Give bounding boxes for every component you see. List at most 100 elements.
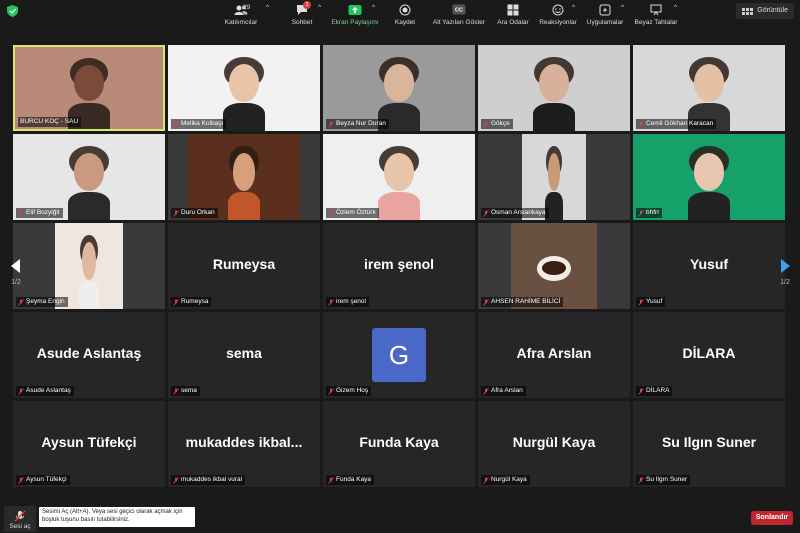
participant-name: Nurgül Kaya [491,476,527,483]
breakout-rooms-button[interactable]: Ara Odalar [495,4,531,32]
microphone-muted-icon [18,298,24,306]
participant-tile[interactable]: Yusuf Yusuf [633,223,785,309]
participant-name: irem şenol [336,298,366,305]
participant-name: Cemil Gökhan Karacan [646,120,714,127]
share-options-caret[interactable]: ^ [372,4,375,32]
participant-video-tile[interactable]: Gökçe [478,45,630,131]
page-previous-button[interactable]: 1/2 [7,244,25,288]
participant-name-tag: sema [171,386,200,396]
participant-name-tag: Funda Kaya [326,475,375,485]
closed-captions-button[interactable]: CC Alt Yazıları Göster [430,4,488,32]
participant-video-tile[interactable]: Özlem Öztürk [323,134,475,220]
participants-button[interactable]: 29 Katılımcılar [222,4,260,32]
participant-name-tag: Gökçe [481,119,513,129]
participant-name: Şeyma Engin [26,298,65,305]
participant-video-tile[interactable]: Beyza Nur Duran [323,45,475,131]
reactions-options-caret[interactable]: ^ [572,4,575,32]
participant-tile[interactable]: DİLARA DİLARA [633,312,785,398]
participant-name: Asude Aslantaş [26,387,71,394]
end-meeting-button[interactable]: Sonlandır [751,511,793,525]
participant-name-tag: Duru Orkan [171,208,218,218]
participant-name: Aysun Tüfekçi [26,476,67,483]
page-indicator-left: 1/2 [11,279,21,286]
page-indicator-right: 1/2 [780,279,790,286]
participant-name-tag: Şeyma Engin [16,297,68,307]
participant-video-tile[interactable]: Duru Orkan [168,134,320,220]
record-icon [399,4,411,16]
participant-display-name: DİLARA [682,345,736,361]
participant-display-name: Funda Kaya [359,434,439,450]
view-button[interactable]: Görüntüle [736,3,794,19]
participants-label: Katılımcılar [224,19,258,26]
participant-name-tag: mukaddes ikbal vural [171,475,246,485]
participant-tile[interactable]: Nurgül Kaya Nurgül Kaya [478,401,630,487]
chevron-right-icon [781,259,790,273]
participant-display-name: Asude Aslantaş [36,345,142,361]
participant-name-tag: Gizem Hoş [326,386,372,396]
participant-name: DİLARA [646,387,670,394]
participant-name: Afra Arslan [491,387,523,394]
microphone-muted-icon [173,120,179,128]
whiteboards-label: Beyaz Tahtalar [634,19,678,26]
microphone-muted-icon [18,387,24,395]
participant-name: Duru Orkan [181,209,215,216]
chat-label: Sohbet [291,19,313,26]
participant-name-tag: bhfrr [636,208,663,218]
whiteboards-options-caret[interactable]: ^ [674,4,677,32]
participant-name-tag: Asude Aslantaş [16,386,74,396]
participant-tile[interactable]: Rumeysa Rumeysa [168,223,320,309]
participant-video-tile[interactable]: Melika Kolbaşı [168,45,320,131]
participant-display-name: Yusuf [689,256,729,272]
participant-name-tag: Rumeysa [171,297,212,307]
participant-tile[interactable]: Su Ilgın Suner Su Ilgın Suner [633,401,785,487]
participant-name-tag: DİLARA [636,386,673,396]
apps-button[interactable]: Uygulamalar [585,4,625,32]
microphone-muted-icon [483,120,489,128]
participants-options-caret[interactable]: ^ [266,4,269,32]
participant-tile[interactable]: Asude Aslantaş Asude Aslantaş [13,312,165,398]
microphone-muted-icon [328,120,334,128]
participant-display-name: irem şenol [363,256,435,272]
unmute-tooltip: Sesimi Aç (Alt+A). Veya sesi geçici olar… [39,507,195,527]
participant-name-tag: irem şenol [326,297,369,307]
chat-icon: 1 [295,1,311,16]
microphone-muted-icon [483,387,489,395]
microphone-muted-icon [483,209,489,217]
participant-name: mukaddes ikbal vural [181,476,243,483]
participant-tile[interactable]: Afra Arslan Afra Arslan [478,312,630,398]
chat-options-caret[interactable]: ^ [318,4,321,32]
participant-name-tag: Cemil Gökhan Karacan [636,119,717,129]
whiteboards-button[interactable]: Beyaz Tahtalar [634,4,678,32]
participant-name: BURCU KOÇ - SAU [20,118,79,125]
record-button[interactable]: Kaydet [391,4,419,32]
participant-video-tile[interactable]: AHSEN RAHİME BİLİCİ [478,223,630,309]
participant-tile[interactable]: Aysun Tüfekçi Aysun Tüfekçi [13,401,165,487]
unmute-button[interactable]: Sesi aç [4,506,36,532]
participant-video-tile[interactable]: Elif Bozyiğit [13,134,165,220]
participant-tile[interactable]: mukaddes ikbal... mukaddes ikbal vural [168,401,320,487]
participant-video-tile[interactable]: Osman Arslankaya [478,134,630,220]
participant-video-tile[interactable]: bhfrr [633,134,785,220]
participant-name-tag: Su Ilgın Suner [636,475,691,485]
participant-name-tag: AHSEN RAHİME BİLİCİ [481,297,564,307]
security-shield-icon[interactable] [7,5,18,17]
apps-icon [599,4,611,16]
participant-name: Melika Kolbaşı [181,120,224,127]
microphone-muted-icon [483,298,489,306]
microphone-muted-icon [328,387,334,395]
participant-tile[interactable]: Funda Kaya Funda Kaya [323,401,475,487]
chat-button[interactable]: 1 Sohbet [288,1,316,32]
participant-name-tag: Melika Kolbaşı [171,119,227,129]
apps-options-caret[interactable]: ^ [621,4,624,32]
participant-tile[interactable]: irem şenol irem şenol [323,223,475,309]
participant-video-tile[interactable]: Şeyma Engin [13,223,165,309]
microphone-muted-icon [638,298,644,306]
participant-tile[interactable]: sema sema [168,312,320,398]
participant-name-tag: Özlem Öztürk [326,208,379,218]
participant-tile[interactable]: G Gizem Hoş [323,312,475,398]
participant-video-tile[interactable]: Cemil Gökhan Karacan [633,45,785,131]
page-next-button[interactable]: 1/2 [776,244,794,288]
participant-display-name: Su Ilgın Suner [661,434,757,450]
participant-name: Osman Arslankaya [491,209,546,216]
participant-video-tile[interactable]: BURCU KOÇ - SAU [13,45,165,131]
